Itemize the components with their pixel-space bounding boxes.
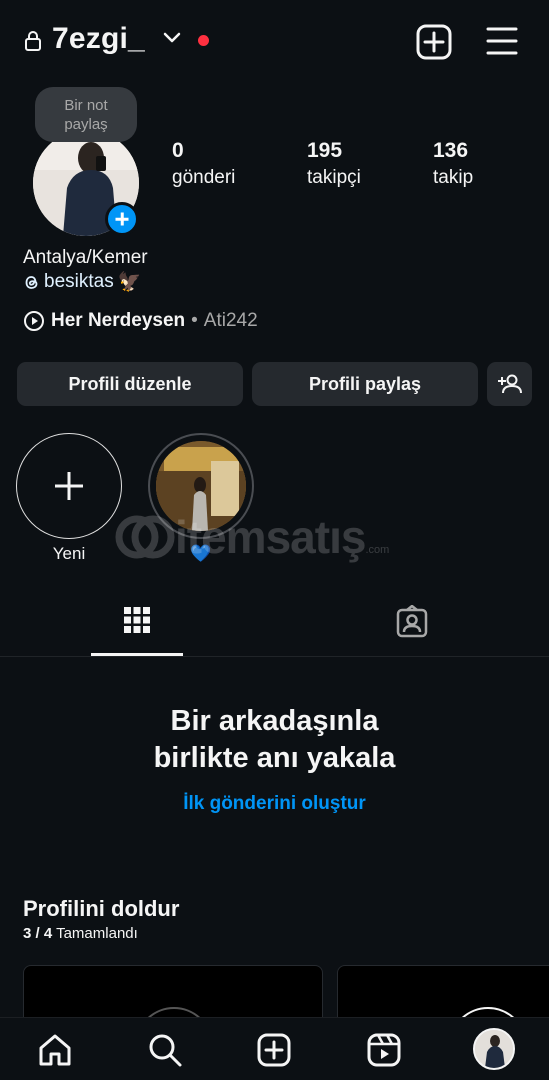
music-separator: • xyxy=(191,310,198,331)
new-highlight-button[interactable] xyxy=(16,433,122,539)
threads-link[interactable]: besiktas 🦅 xyxy=(23,270,141,294)
note-bubble[interactable]: Bir not paylaş xyxy=(35,87,137,142)
posts-count[interactable]: 0 xyxy=(172,139,184,163)
discover-people-button[interactable] xyxy=(487,362,532,406)
tagged-icon[interactable] xyxy=(395,605,429,639)
empty-title-line-2: birlikte anı yakala xyxy=(153,742,396,774)
music-artist: Ati242 xyxy=(203,310,258,331)
profile-completion-status: 3 / 4 Tamamlandı xyxy=(23,925,138,942)
note-line-1: Bir not xyxy=(64,97,108,114)
reels-icon[interactable] xyxy=(366,1032,402,1068)
add-person-icon xyxy=(497,374,522,394)
posts-label[interactable]: gönderi xyxy=(172,167,235,189)
watermark-logo-icon xyxy=(115,515,175,559)
watermark-suffix: .com xyxy=(365,544,390,556)
create-icon[interactable] xyxy=(256,1032,292,1068)
notification-dot xyxy=(198,35,209,46)
new-highlight-label: Yeni xyxy=(52,544,86,563)
home-icon[interactable] xyxy=(37,1032,73,1068)
following-count[interactable]: 136 xyxy=(433,139,468,163)
nav-avatar-photo xyxy=(475,1030,513,1068)
create-first-post-link[interactable]: İlk gönderini oluştur xyxy=(0,793,549,815)
lock-icon xyxy=(25,31,41,51)
watermark-brand: itemsatış xyxy=(175,511,366,563)
bottom-nav xyxy=(0,1017,549,1080)
username[interactable]: 7ezgi_ xyxy=(52,22,145,56)
profile-nav-avatar[interactable] xyxy=(473,1028,515,1070)
search-icon[interactable] xyxy=(147,1032,183,1068)
active-tab-indicator xyxy=(91,653,183,656)
chevron-down-icon[interactable] xyxy=(163,31,181,45)
completion-status-text: Tamamlandı xyxy=(56,925,138,942)
grid-icon[interactable] xyxy=(122,605,152,635)
empty-title-line-1: Bir arkadaşınla xyxy=(170,705,379,737)
add-story-button[interactable] xyxy=(105,202,139,236)
edit-profile-button[interactable]: Profili düzenle xyxy=(17,362,243,406)
watermark: itemsatış .com xyxy=(115,510,389,564)
create-post-icon[interactable] xyxy=(415,23,453,61)
play-circle-icon xyxy=(24,311,44,331)
followers-count[interactable]: 195 xyxy=(307,139,342,163)
empty-state-title: Bir arkadaşınla birlikte anı yakala xyxy=(0,703,549,777)
threads-handle: besiktas xyxy=(44,271,114,292)
eagle-emoji: 🦅 xyxy=(117,272,142,293)
profile-completion-title: Profilini doldur xyxy=(23,896,180,921)
tabs-divider xyxy=(0,656,549,657)
threads-icon xyxy=(25,276,38,289)
following-label[interactable]: takip xyxy=(433,167,473,189)
bio-location: Antalya/Kemer xyxy=(23,247,148,268)
followers-label[interactable]: takipçi xyxy=(307,167,361,189)
completion-progress: 3 / 4 xyxy=(23,925,53,942)
music-song: Her Nerdeysen xyxy=(51,310,186,331)
menu-icon[interactable] xyxy=(486,26,518,56)
note-line-2: paylaş xyxy=(64,116,108,133)
share-profile-button[interactable]: Profili paylaş xyxy=(252,362,478,406)
profile-header: 7ezgi_ xyxy=(0,0,549,84)
profile-music[interactable]: Her Nerdeysen • Ati242 xyxy=(23,310,258,332)
